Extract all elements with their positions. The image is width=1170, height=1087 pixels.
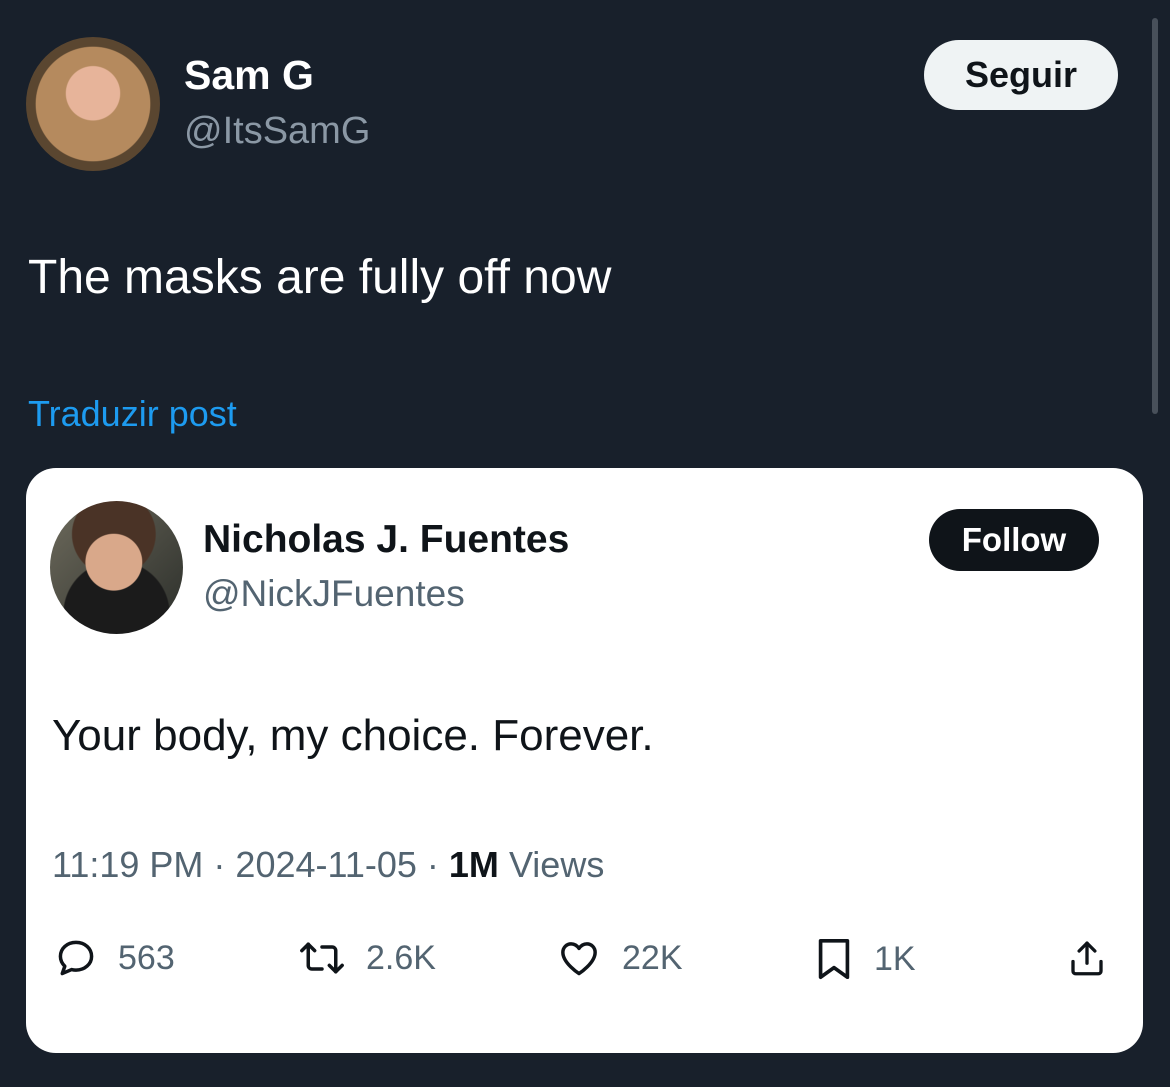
meta-separator: ·: [416, 844, 449, 885]
reply-count: 563: [118, 938, 175, 977]
repost-icon: [300, 942, 344, 974]
share-icon: [1071, 941, 1103, 976]
tweet-time: 11:19 PM: [52, 844, 204, 885]
meta-separator: ·: [203, 844, 236, 885]
quoted-tweet-card[interactable]: Nicholas J. Fuentes @NickJFuentes Follow…: [26, 468, 1143, 1053]
share-action[interactable]: [1066, 936, 1108, 980]
quoted-author-avatar[interactable]: [50, 501, 183, 634]
translate-post-link[interactable]: Traduzir post: [28, 393, 237, 435]
quoted-tweet-text: Your body, my choice. Forever.: [52, 711, 654, 760]
quoted-author-handle[interactable]: @NickJFuentes: [203, 573, 465, 615]
bookmark-icon: [818, 938, 850, 980]
bookmark-count: 1K: [874, 939, 916, 978]
repost-action[interactable]: 2.6K: [298, 936, 436, 980]
scrollbar[interactable]: [1152, 18, 1158, 414]
tweet-date: 2024-11-05: [235, 844, 417, 885]
reply-icon: [58, 940, 94, 976]
heart-icon: [561, 942, 597, 976]
views-count: 1M: [448, 844, 499, 885]
like-action[interactable]: 22K: [556, 936, 683, 980]
quoted-follow-button[interactable]: Follow: [929, 509, 1099, 571]
reply-action[interactable]: 563: [54, 936, 175, 980]
bookmark-action[interactable]: 1K: [814, 936, 916, 982]
author-avatar[interactable]: [26, 37, 160, 171]
author-name[interactable]: Sam G: [184, 52, 314, 99]
author-handle[interactable]: @ItsSamG: [184, 110, 370, 153]
tweet-text: The masks are fully off now: [28, 251, 612, 304]
repost-count: 2.6K: [366, 938, 436, 977]
follow-button[interactable]: Seguir: [924, 40, 1118, 110]
quoted-tweet-meta: 11:19 PM · 2024-11-05 · 1M Views: [52, 844, 604, 886]
views-label: Views: [508, 844, 605, 885]
like-count: 22K: [622, 938, 683, 977]
quoted-author-name[interactable]: Nicholas J. Fuentes: [203, 518, 569, 562]
